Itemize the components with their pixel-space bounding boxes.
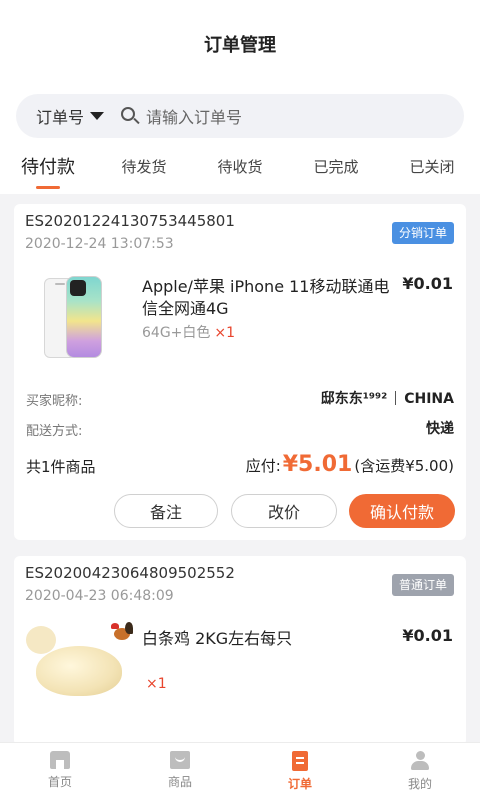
payable-amount: ¥5.01 (282, 452, 353, 477)
search-section: 订单号 请输入订单号 (0, 80, 480, 150)
buyer-label: 买家昵称: (26, 394, 83, 409)
tab-completed[interactable]: 已完成 (288, 150, 384, 177)
tab-pending-shipment[interactable]: 待发货 (96, 150, 192, 177)
order-card[interactable]: ES20200423064809502552 2020-04-23 06:48:… (14, 556, 466, 746)
search-type-select[interactable]: 订单号 (36, 104, 105, 128)
tab-pending-payment[interactable]: 待付款 (0, 150, 96, 189)
order-status-tabs: 待付款 待发货 待收货 已完成 已关闭 (0, 150, 480, 194)
tab-pending-receipt[interactable]: 待收货 (192, 150, 288, 177)
delivery-label: 配送方式: (26, 424, 83, 439)
buyer-value: 邸东东¹⁹⁹² CHINA (321, 388, 454, 408)
confirm-payment-button[interactable]: 确认付款 (349, 494, 455, 528)
caret-down-icon (90, 112, 105, 120)
product-qty: ×1 (214, 325, 236, 341)
buyer-nickname: 邸东东¹⁹⁹² (320, 391, 388, 407)
product-image[interactable] (26, 620, 138, 706)
tab-closed[interactable]: 已关闭 (384, 150, 480, 177)
search-type-label: 订单号 (36, 108, 85, 127)
product-price: ¥0.01 (402, 626, 453, 645)
nav-item-orders[interactable]: 订单 (240, 743, 360, 800)
order-type-badge: 普通订单 (391, 574, 454, 596)
buyer-country: CHINA (404, 391, 454, 407)
order-type-badge: 分销订单 (391, 222, 454, 244)
order-number: ES20201224130753445801 (25, 212, 235, 230)
product-title[interactable]: 白条鸡 2KG左右每只 (142, 628, 392, 650)
product-spec: 64G+白色 ×1 (142, 325, 236, 341)
order-card[interactable]: ES20201224130753445801 2020-12-24 13:07:… (14, 204, 466, 540)
nav-item-home[interactable]: 首页 (0, 743, 120, 800)
product-price: ¥0.01 (402, 274, 453, 293)
nav-item-me[interactable]: 我的 (360, 743, 480, 800)
payable-label: 应付: (245, 457, 281, 475)
payable-summary: 应付: ¥5.01 (含运费¥5.00) (246, 452, 454, 477)
nav-item-goods[interactable]: 商品 (120, 743, 240, 800)
order-time: 2020-04-23 06:48:09 (25, 588, 174, 604)
home-icon (50, 751, 70, 769)
product-title[interactable]: Apple/苹果 iPhone 11移动联通电信全网通4G (142, 276, 392, 320)
bottom-nav: 首页 商品 订单 我的 (0, 742, 480, 800)
order-time: 2020-12-24 13:07:53 (25, 236, 174, 252)
product-image[interactable] (40, 274, 110, 360)
search-icon (120, 106, 140, 126)
item-count: 共1件商品 (26, 458, 96, 476)
shipping-note: (含运费¥5.00) (354, 457, 454, 475)
order-number: ES20200423064809502552 (25, 564, 235, 582)
order-icon (292, 751, 308, 771)
delivery-value: 快递 (426, 421, 454, 437)
active-tab-indicator (36, 186, 60, 189)
search-bar[interactable]: 订单号 请输入订单号 (16, 94, 464, 138)
product-qty: ×1 (146, 676, 167, 692)
search-input[interactable]: 请输入订单号 (146, 104, 242, 128)
page-title: 订单管理 (0, 0, 480, 80)
user-icon (410, 751, 430, 771)
change-price-button[interactable]: 改价 (231, 494, 337, 528)
remark-button[interactable]: 备注 (114, 494, 218, 528)
goods-icon (170, 751, 190, 769)
